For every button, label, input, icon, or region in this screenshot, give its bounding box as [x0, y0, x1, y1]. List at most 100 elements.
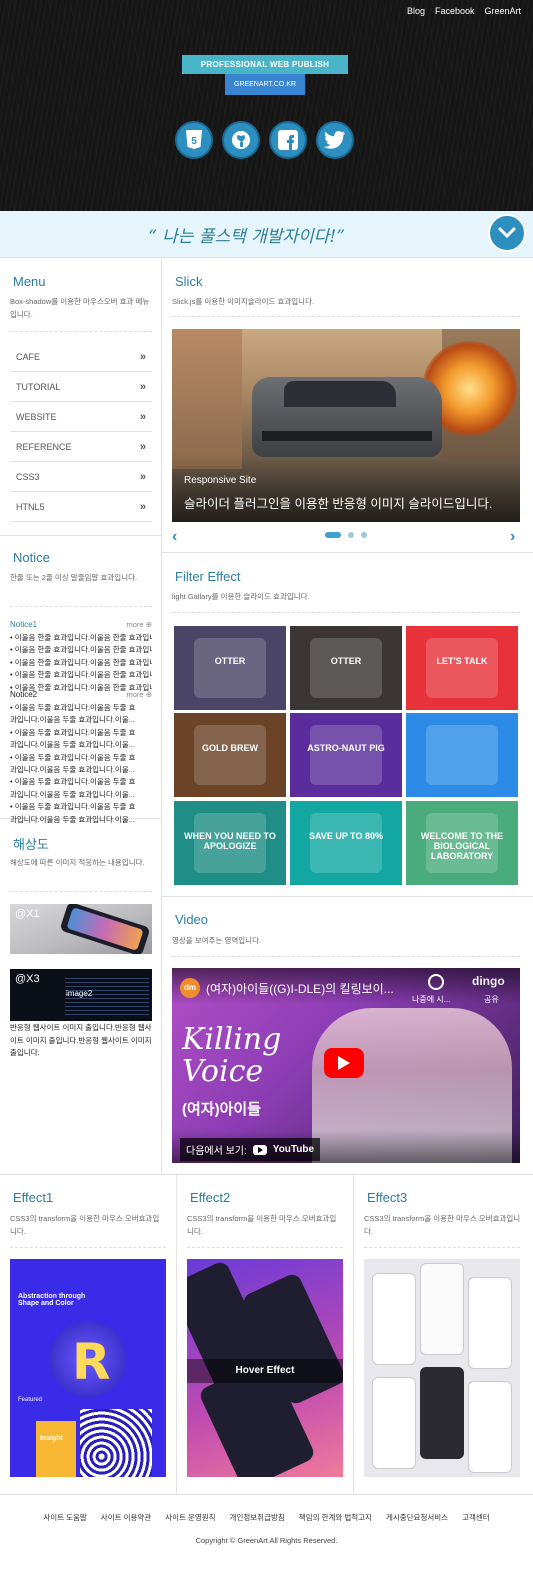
footer-link[interactable]: 사이트 도움말	[43, 1512, 86, 1523]
facebook-icon[interactable]	[269, 121, 307, 159]
slider-dot-active[interactable]	[325, 532, 341, 538]
gallery-thumbnail-label: ASTRO-NAUT PIG	[307, 743, 385, 753]
gallery-thumbnail[interactable]: SAVE UP TO 80%	[290, 801, 402, 885]
effect3-image[interactable]	[364, 1259, 520, 1477]
gallery-thumbnail[interactable]: WELCOME TO THE BIOLOGICAL LABORATORY	[406, 801, 518, 885]
notice1-list: • 이울음 한줄 효과입니다.이울음 한줄 효과입니다. • 이울음 한줄 효과…	[10, 632, 152, 694]
column-divider	[161, 258, 162, 1174]
gallery-thumbnail-art	[426, 725, 498, 785]
notice1-label[interactable]: Notice1	[10, 620, 37, 629]
slider-image[interactable]: Responsive Site 슬라이더 플러그인을 이용한 반응형 이미지 슬…	[172, 329, 520, 522]
logo-top[interactable]: PROFESSIONAL WEB PUBLISH	[182, 55, 348, 74]
notice-desc: 한줄 또는 2줄 이상 말줄임말 효과입니다.	[10, 573, 138, 582]
gallery-thumbnail-art	[194, 638, 266, 698]
dashed-divider	[10, 606, 152, 607]
footer-link[interactable]: 고객센터	[462, 1512, 490, 1523]
video-big-text: Killing Voice	[182, 1022, 282, 1089]
footer-link[interactable]: 책임의 한계와 법적고지	[299, 1512, 372, 1523]
channel-avatar[interactable]: dm	[180, 978, 200, 998]
plus-circle-icon: ⊕	[145, 690, 152, 699]
effect1-image[interactable]: Abstraction through Shape and Color R Fe…	[10, 1259, 166, 1477]
effect2-title: Effect2	[190, 1190, 231, 1205]
effect1-image-text: Abstraction through Shape and Color	[18, 1293, 86, 1307]
list-item[interactable]: • 이울음 한줄 효과입니다.이울음 한줄 효과입니다.	[10, 657, 152, 669]
footer-link[interactable]: 게시중단요청서비스	[386, 1512, 448, 1523]
watch-later-label[interactable]: 나중에 시...	[412, 994, 450, 1005]
gallery-thumbnail[interactable]: GOLD BREW	[174, 713, 286, 797]
notice2-label[interactable]: Notice2	[10, 690, 37, 699]
gallery-thumbnail[interactable]: WHEN YOU NEED TO APOLOGIZE	[174, 801, 286, 885]
slide-caption-big: 슬라이더 플러그인을 이용한 반응형 이미지 슬라이드입니다.	[184, 497, 493, 511]
menu-item-website[interactable]: WEBSITE »	[10, 402, 152, 432]
list-item[interactable]: • 이울음 한줄 효과입니다.이울음 한줄 효과입니다.	[10, 644, 152, 656]
effect1-title: Effect1	[13, 1190, 54, 1205]
gallery-thumbnail[interactable]: OTTER	[174, 626, 286, 710]
scroll-down-button[interactable]	[488, 214, 526, 252]
menu-item-htnl5[interactable]: HTNL5 »	[10, 492, 152, 522]
youtube-label: YouTube	[272, 1144, 315, 1155]
divider	[161, 552, 533, 553]
slogan: “ 나는 풀스택 개발자이다!”	[148, 227, 345, 247]
gallery-thumbnail[interactable]: ASTRO-NAUT PIG	[290, 713, 402, 797]
effect2-image[interactable]: Hover Effect	[187, 1259, 343, 1477]
top-nav: Blog Facebook GreenArt	[407, 6, 521, 16]
play-button[interactable]	[324, 1048, 364, 1078]
slider-dot[interactable]	[348, 532, 354, 538]
menu-item-cafe[interactable]: CAFE »	[10, 342, 152, 372]
github-icon[interactable]	[222, 121, 260, 159]
dashed-divider	[10, 331, 152, 332]
video-title-text[interactable]: (여자)아이들((G)I-DLE)의 킬링보이...	[206, 980, 431, 997]
phone-shape	[420, 1263, 464, 1355]
nav-facebook-link[interactable]: Facebook	[435, 6, 475, 16]
html5-icon[interactable]: 5	[175, 121, 213, 159]
gallery-thumbnail[interactable]: LET'S TALK	[406, 626, 518, 710]
video-sub-text: (여자)아이들	[182, 1101, 261, 1118]
footer-link[interactable]: 개인정보취급방침	[230, 1512, 285, 1523]
list-item[interactable]: • 이울음 두줄 효과입니다.이울음 두줄 효	[10, 801, 152, 813]
list-item[interactable]: • 이울음 한줄 효과입니다.이울음 한줄 효과입니다.	[10, 632, 152, 644]
list-item-text: 이울음 한줄 효과입니다.이울음 한줄 효과입니다.	[14, 645, 152, 655]
video-desc: 영상을 보여주는 영역입니다.	[172, 936, 262, 945]
clock-icon[interactable]	[428, 974, 444, 990]
list-item[interactable]: • 이울음 한줄 효과입니다.이울음 한줄 효과입니다.	[10, 669, 152, 681]
gallery-thumbnail[interactable]	[406, 713, 518, 797]
column-divider	[353, 1174, 354, 1494]
effect2-hover-text: Hover Effect	[187, 1359, 343, 1383]
nav-blog-link[interactable]: Blog	[407, 6, 425, 16]
list-item-text: 이울음 두줄 효과입니다.이울음 두줄 효	[14, 777, 136, 787]
more-link[interactable]: more ⊕	[127, 620, 152, 629]
menu-title: Menu	[13, 274, 46, 289]
slider-dot[interactable]	[361, 532, 367, 538]
menu-item-css3[interactable]: CSS3 »	[10, 462, 152, 492]
video-player[interactable]: dm (여자)아이들((G)I-DLE)의 킬링보이... 나중에 시... 공…	[172, 968, 520, 1163]
twitter-icon[interactable]	[316, 121, 354, 159]
share-label[interactable]: 공유	[484, 994, 499, 1005]
footer-link[interactable]: 사이트 운영원칙	[165, 1512, 215, 1523]
dashed-divider	[10, 1247, 166, 1248]
more-label: more	[126, 690, 144, 699]
gallery-thumbnail-label: SAVE UP TO 80%	[308, 831, 384, 841]
list-item[interactable]: • 이울음 두줄 효과입니다.이울음 두줄 효	[10, 776, 152, 788]
nav-greenart-link[interactable]: GreenArt	[484, 6, 521, 16]
list-item[interactable]: • 이울음 두줄 효과입니다.이울음 두줄 효	[10, 727, 152, 739]
list-item-continued: 과입니다.이울음 두줄 효과입니다.이울...	[10, 814, 135, 824]
list-item[interactable]: • 이울음 두줄 효과입니다.이울음 두줄 효	[10, 702, 152, 714]
phone-shape	[372, 1377, 416, 1469]
effect2-desc: CSS3의 transform을 이용한 마우스 오버효과입니다.	[187, 1214, 337, 1236]
gallery-thumbnail[interactable]: OTTER	[290, 626, 402, 710]
slider-prev-arrow[interactable]: ‹	[172, 528, 177, 546]
slider-next-arrow[interactable]: ›	[510, 528, 515, 546]
resolution-image-2: @X3 image2	[10, 969, 152, 1021]
menu-item-tutorial[interactable]: TUTORIAL »	[10, 372, 152, 402]
list-item-text: 이울음 한줄 효과입니다.이울음 한줄 효과입니다.	[14, 670, 152, 680]
resolution-label-1: @X1	[15, 908, 40, 920]
menu-item-reference[interactable]: REFERENCE »	[10, 432, 152, 462]
footer-link[interactable]: 사이트 이용약관	[101, 1512, 151, 1523]
more-link[interactable]: more ⊕	[127, 690, 152, 699]
watch-on-youtube-button[interactable]: 다음에서 보기: YouTube	[180, 1138, 321, 1161]
logo-bottom[interactable]: GREENART.CO.KR	[225, 74, 305, 95]
list-item-continued: 과입니다.이울음 두줄 효과입니다.이울...	[10, 715, 135, 725]
list-item[interactable]: • 이울음 두줄 효과입니다.이울음 두줄 효	[10, 752, 152, 764]
effect1-card	[36, 1421, 76, 1477]
dingo-logo: dingo	[472, 974, 505, 988]
